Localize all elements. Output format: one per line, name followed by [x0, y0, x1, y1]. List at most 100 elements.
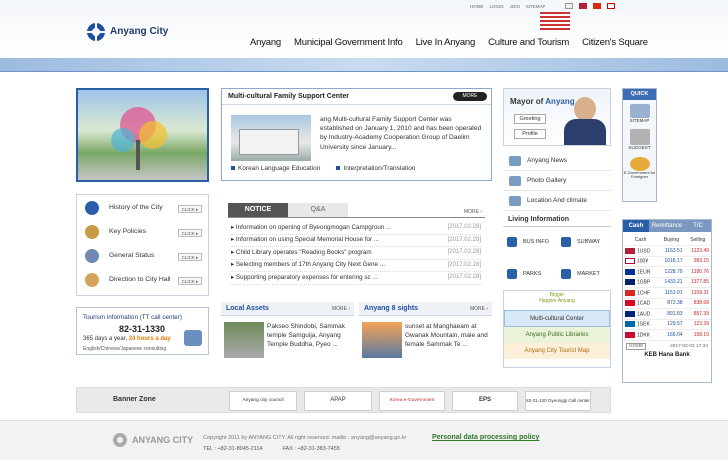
- profile-button[interactable]: Profile: [514, 129, 546, 139]
- living-info-panel: Living Information BUS INFO SUBWAY PARKS…: [503, 213, 611, 289]
- link-anyang-news[interactable]: Anyang News: [503, 151, 611, 171]
- menu-general-status[interactable]: General Status: [85, 249, 154, 263]
- feature-panel: Multi-cultural Family Support Center MOR…: [221, 88, 492, 181]
- notice-item[interactable]: ▸ Information on using Special Memorial …: [231, 235, 481, 247]
- status-click-button[interactable]: CLICK ▸: [178, 253, 202, 261]
- notice-item[interactable]: ▸ Information on opening of Byeongmogan …: [231, 222, 481, 235]
- nav-anyang[interactable]: Anyang: [250, 37, 281, 48]
- tab-cash[interactable]: Cash: [623, 220, 649, 232]
- nav-culture-tourism[interactable]: Culture and Tourism: [488, 37, 569, 48]
- flag-chf-icon: [625, 289, 635, 296]
- notice-item[interactable]: ▸ Selecting members of 17th Anyang City …: [231, 260, 481, 272]
- history-click-button[interactable]: CLICK ▸: [178, 205, 202, 213]
- banner-city-council[interactable]: Anyang city council: [229, 391, 297, 411]
- tab-remittance[interactable]: Remittance: [648, 220, 686, 232]
- footer-fax: FAX : +82-31-383-7455: [282, 446, 340, 452]
- header-decoration-flag: [540, 12, 570, 30]
- tab-tc[interactable]: T/C: [685, 220, 711, 232]
- sights-photo: [362, 322, 402, 358]
- banner-apap[interactable]: APAP: [304, 391, 372, 411]
- tab-qna[interactable]: Q&A: [288, 203, 348, 217]
- market-link[interactable]: MARKET: [561, 269, 600, 279]
- nav-live-in-anyang[interactable]: Live In Anyang: [416, 37, 476, 48]
- util-login[interactable]: LOGIN: [490, 4, 504, 9]
- flag-korea-icon[interactable]: [565, 3, 573, 9]
- bus-info-link[interactable]: BUS INFO: [507, 237, 549, 247]
- map-icon: [509, 195, 521, 206]
- mayor-links: Anyang News Photo Gallery Location And c…: [503, 151, 611, 211]
- feature-title: Multi-cultural Family Support Center: [228, 93, 349, 100]
- fx-timestamp: 2017-03-02 17:34: [670, 343, 708, 349]
- nav-government-info[interactable]: Municipal Government Info: [294, 37, 403, 48]
- banner-list: Anyang city council APAP Korea e-Governm…: [229, 391, 591, 411]
- tourist-map-link[interactable]: Anyang City Tourist Map: [504, 343, 610, 359]
- tourism-panel: Tourism information (TT call center) 82-…: [76, 307, 209, 355]
- feature-more-button[interactable]: MORE: [453, 92, 487, 101]
- sights-panel: Anyang 8 sights MORE › sunset at Manghae…: [359, 302, 492, 372]
- flag-aud-icon: [625, 310, 635, 317]
- fx-footer: HOME 2017-03-02 17:34: [623, 341, 711, 353]
- notice-item[interactable]: ▸ Supporting preparatory expenses for en…: [231, 272, 481, 285]
- menu-key-policies[interactable]: Key Policies: [85, 225, 146, 239]
- direction-icon: [85, 273, 99, 287]
- util-join[interactable]: JOIN: [510, 4, 520, 9]
- feature-links: Korean Language Education Interpretation…: [231, 165, 415, 173]
- banner-call-center[interactable]: 82-31-120 Gyeonggi Call center: [525, 391, 591, 411]
- menu-direction[interactable]: Direction to City Hall: [85, 273, 171, 287]
- quick-suggest-label[interactable]: SUGGEST: [623, 145, 656, 150]
- link-photo-gallery[interactable]: Photo Gallery: [503, 171, 611, 191]
- city-emblem-icon: [87, 23, 105, 41]
- util-home[interactable]: HOME: [470, 4, 484, 9]
- nav-citizens-square[interactable]: Citizen's Square: [582, 37, 648, 48]
- banner-eps[interactable]: EPS: [452, 391, 518, 411]
- flag-japan-icon[interactable]: [607, 3, 615, 9]
- sitemap-icon[interactable]: [629, 104, 650, 118]
- feature-body: ang Multi-cultural Family Support Center…: [320, 116, 482, 151]
- fx-bank-name: KEB Hana Bank: [644, 352, 690, 359]
- sights-more-link[interactable]: MORE ›: [470, 306, 488, 312]
- banner-korea-egov[interactable]: Korea e-Government: [379, 391, 445, 411]
- flag-usa-icon[interactable]: [579, 3, 587, 9]
- local-assets-photo: [224, 322, 264, 358]
- fx-header-row: Cash Buying Selling: [623, 235, 711, 246]
- link-korean-education[interactable]: Korean Language Education: [231, 165, 320, 173]
- language-flags: [565, 3, 617, 9]
- policies-click-button[interactable]: CLICK ▸: [178, 229, 202, 237]
- fx-row: 1CHF 1153.91 1109.31: [623, 287, 711, 299]
- greeting-button[interactable]: Greeting: [514, 114, 546, 124]
- quick-panel: QUICK SITEMAP SUGGEST E-Government for F…: [622, 88, 657, 202]
- egov-icon[interactable]: [629, 156, 650, 171]
- menu-history[interactable]: History of the City: [85, 201, 163, 215]
- site-logo[interactable]: Anyang City: [86, 22, 168, 42]
- flag-jpy-icon: [625, 258, 635, 265]
- public-libraries-link[interactable]: Anyang Public Libraries: [504, 327, 610, 343]
- banner-title: Banner Zone: [113, 396, 156, 403]
- link-interpretation[interactable]: Interpretation/Translation: [336, 165, 415, 173]
- link-location-climate[interactable]: Location And climate: [503, 191, 611, 211]
- quick-sitemap-label[interactable]: SITEMAP: [623, 118, 656, 123]
- fx-row: 1EUR 1228.70 1180.76: [623, 266, 711, 278]
- suggest-icon[interactable]: [629, 129, 650, 146]
- main-photo: [76, 88, 209, 182]
- footer-emblem-icon: [113, 433, 127, 447]
- banner-zone: Banner Zone Anyang city council APAP Kor…: [76, 387, 611, 413]
- local-assets-text[interactable]: Pakseo Shindobi, Sammak temple Samguija,…: [267, 322, 353, 349]
- living-title: Living Information: [503, 213, 611, 227]
- utility-links: HOME LOGIN JOIN SITEMAP: [470, 4, 552, 9]
- quick-egov-label[interactable]: E-Government for Foreigner: [623, 170, 656, 180]
- local-assets-panel: Local Assets MORE › Pakseo Shindobi, Sam…: [221, 302, 354, 372]
- flag-china-icon[interactable]: [593, 3, 601, 9]
- multicultural-center-link[interactable]: Multi-cultural Center: [504, 310, 610, 327]
- notice-item[interactable]: ▸ Child Library operates "Reading Books"…: [231, 247, 481, 260]
- local-more-link[interactable]: MORE ›: [332, 306, 350, 312]
- fx-home-button[interactable]: HOME: [626, 342, 647, 351]
- sights-text[interactable]: sunset at Manghaeam at Gwanak Mountain, …: [405, 322, 491, 349]
- flag-cad-icon: [625, 300, 635, 307]
- privacy-policy-link[interactable]: Personal data processing policy: [432, 434, 539, 442]
- direction-click-button[interactable]: CLICK ▸: [178, 277, 202, 285]
- subway-link[interactable]: SUBWAY: [561, 237, 600, 247]
- notice-more-link[interactable]: MORE ›: [464, 209, 482, 215]
- tab-notice[interactable]: NOTICE: [228, 203, 288, 217]
- util-sitemap[interactable]: SITEMAP: [526, 4, 546, 9]
- parks-link[interactable]: PARKS: [507, 269, 541, 279]
